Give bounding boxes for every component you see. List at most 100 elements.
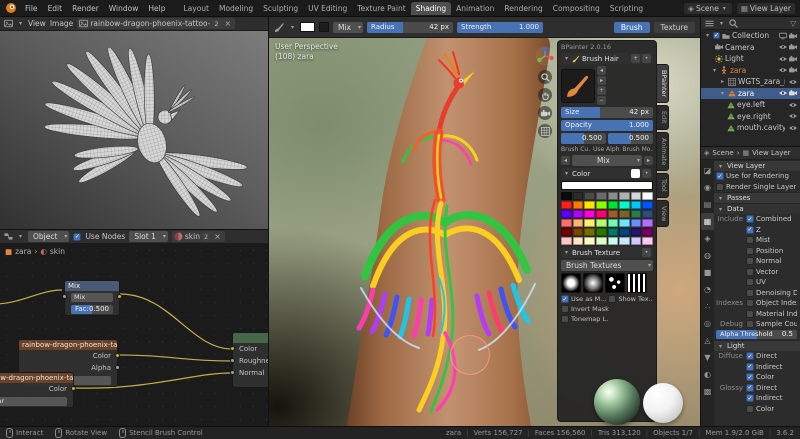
palette-swatch[interactable] [619,228,630,236]
palette-swatch[interactable] [596,201,607,209]
texture-menu-button[interactable]: • [642,248,651,257]
tab-material-icon[interactable]: ◐ [701,366,714,383]
eye-toggle-icon[interactable] [789,101,797,109]
alpha-threshold-slider[interactable]: Alpha Threshold0.5 [716,330,797,339]
render-toggle-icon[interactable] [789,43,797,51]
texture-thumb-soft-round[interactable] [561,273,581,293]
brush-minus-button[interactable]: − [597,96,606,105]
socket-out[interactable] [117,294,122,299]
render-toggle-icon[interactable] [789,89,797,97]
tab-modifiers-icon[interactable]: ◔ [701,281,714,298]
search-icon[interactable] [729,19,738,28]
node-editor-icon[interactable] [4,232,13,241]
palette-swatch[interactable] [631,192,642,200]
matcap-preview-sphere[interactable] [643,383,683,423]
uv-menu-image[interactable]: Image [50,19,74,28]
socket-normal-in[interactable] [230,370,235,375]
tab-world-icon[interactable]: ◍ [701,247,714,264]
color-menu-button[interactable]: • [642,169,651,178]
tab-shading[interactable]: Shading [411,2,451,15]
brush-plus-button[interactable]: + [597,86,606,95]
sub-slider-1[interactable]: 0.500 [561,133,606,144]
palette-swatch[interactable] [561,228,572,236]
active-color-chip[interactable] [631,169,640,178]
tab-compositing[interactable]: Compositing [548,2,605,15]
palette-swatch[interactable] [631,228,642,236]
uv-menu-view[interactable]: View [28,19,46,28]
outliner-row-collection[interactable]: ▾ Collection [701,30,800,42]
brush-mode-toggle[interactable]: Brush Mo... [622,146,653,153]
palette-swatch[interactable] [561,210,572,218]
size-slider[interactable]: Size42 px [561,107,653,118]
image-datablock[interactable]: rainbow-dragon-phoenix-tattoo-gloss 2 × [77,18,235,29]
filter-icon[interactable]: ▽ [790,19,796,28]
tab-uv-editing[interactable]: UV Editing [303,2,352,15]
palette-swatch[interactable] [642,201,653,209]
menu-window[interactable]: Window [104,4,144,13]
outliner-row-wgts-rig[interactable]: ▸ WGTS_zara_rig [701,76,800,88]
palette-swatch[interactable] [561,219,572,227]
tab-rendering[interactable]: Rendering [499,2,547,15]
outliner-row-zara-armature[interactable]: ▾ zara [701,65,800,77]
color-section-header[interactable]: ▾ Color • [561,168,653,179]
blender-logo-icon[interactable] [5,2,17,14]
pass-vector-checkbox[interactable] [746,268,754,276]
palette-swatch[interactable] [584,192,595,200]
tab-sculpting[interactable]: Sculpting [258,2,303,15]
palette-swatch[interactable] [561,237,572,245]
palette-swatch[interactable] [608,192,619,200]
socket-color[interactable] [115,353,120,358]
palette-swatch[interactable] [584,219,595,227]
palette-swatch[interactable] [642,192,653,200]
outliner-row-eye-right[interactable]: eye.right [701,111,800,123]
palette-swatch[interactable] [596,228,607,236]
socket-color[interactable] [71,386,76,391]
palette-swatch[interactable] [619,192,630,200]
material-users-count[interactable]: 2 [202,233,210,241]
opacity-slider[interactable]: Opacity1.000 [561,120,653,131]
tab-animate[interactable]: Animate [657,132,669,171]
socket-color-in[interactable] [230,346,235,351]
palette-swatch[interactable] [596,210,607,218]
palette-swatch[interactable] [619,237,630,245]
menu-edit[interactable]: Edit [43,4,68,13]
use-alpha-toggle[interactable]: Use Alpha [593,146,620,153]
tab-edit[interactable]: Edit [657,105,669,130]
view-layer-panel-header[interactable]: ▾View Layer [714,160,800,171]
tab-view[interactable]: View [657,200,669,227]
node-mix[interactable]: Mix Mix Fac:0.500 [64,280,120,316]
eye-toggle-icon[interactable] [789,124,797,132]
palette-swatch[interactable] [573,237,584,245]
bpainter-brush-tab[interactable]: Brush [614,22,650,33]
slot-select[interactable]: Slot 1 [129,231,168,242]
palette-swatch[interactable] [584,201,595,209]
glossy-direct-checkbox[interactable] [746,384,754,392]
palette-swatch[interactable] [584,210,595,218]
shader-type-select[interactable]: Object [28,231,69,242]
material-datablock[interactable]: skin 2 × [172,231,225,242]
use-nodes-checkbox[interactable] [73,233,81,241]
socket-roughness-in[interactable] [230,358,235,363]
texture-thumb-splatter[interactable] [605,273,625,293]
axis-gizmo[interactable] [535,46,555,66]
tonemap-checkbox[interactable] [561,315,569,323]
diffuse-direct-checkbox[interactable] [746,352,754,360]
camera-view-icon[interactable] [538,106,552,120]
palette-swatch[interactable] [642,210,653,218]
outliner-row-mouth-cavity[interactable]: mouth.cavity [701,122,800,134]
breadcrumb-scene[interactable]: Scene [712,149,733,157]
screen-toggle-icon[interactable] [779,32,787,40]
menu-help[interactable]: Help [143,4,170,13]
object-index-checkbox[interactable] [746,299,754,307]
tab-constraints-icon[interactable]: ◬ [701,332,714,349]
brush-texture-section-header[interactable]: ▾ Brush Texture • [561,247,653,258]
pass-normal-checkbox[interactable] [746,257,754,265]
palette-swatch[interactable] [619,210,630,218]
palette-swatch[interactable] [596,237,607,245]
eye-toggle-icon[interactable] [779,89,787,97]
tab-tool-icon[interactable]: ◪ [701,162,714,179]
show-texture-checkbox[interactable] [608,295,616,303]
viewport-canvas[interactable]: User Perspective (108) zara [269,38,700,426]
diffuse-color-checkbox[interactable] [746,373,754,381]
tab-particles-icon[interactable]: ∴ [701,298,714,315]
